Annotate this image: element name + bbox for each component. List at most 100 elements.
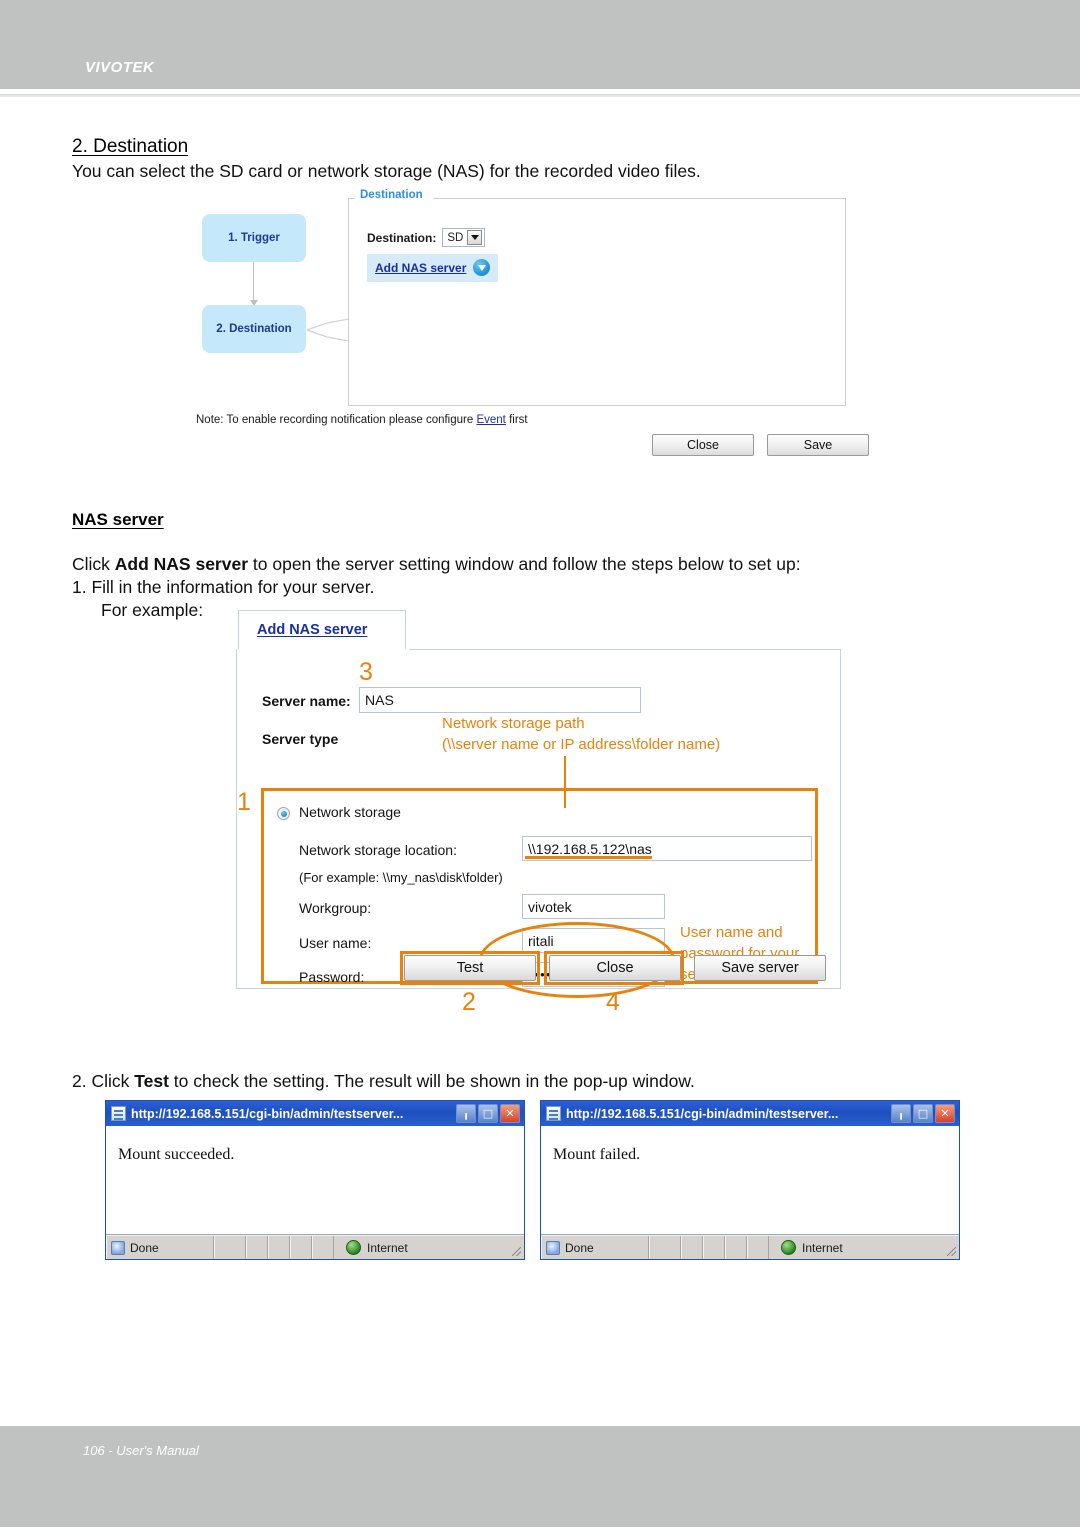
step-2-post: to check the setting. The result will be… <box>168 1071 695 1091</box>
footer-page-label: 106 - User's Manual <box>83 1443 199 1458</box>
recording-note-pre: Note: To enable recording notification p… <box>196 414 477 426</box>
popup-window-mount-succeeded: http://192.168.5.151/cgi-bin/admin/tests… <box>105 1100 525 1260</box>
status-zone-label: Internet <box>367 1240 408 1255</box>
annotation-cred-note-line1: User name and <box>680 924 783 941</box>
popup-titlebar[interactable]: http://192.168.5.151/cgi-bin/admin/tests… <box>106 1101 524 1126</box>
annotation-test-button-highlight <box>400 951 540 985</box>
maximize-icon[interactable]: □ <box>913 1104 933 1123</box>
dialog-tab-seam <box>237 649 409 651</box>
annotation-path-note-line1: Network storage path <box>442 715 585 732</box>
flow-step-destination-label: 2. Destination <box>216 323 292 335</box>
step-2-text: 2. Click Test to check the setting. The … <box>72 1069 695 1093</box>
flow-step-trigger[interactable]: 1. Trigger <box>202 214 306 262</box>
popup-window-mount-failed: http://192.168.5.151/cgi-bin/admin/tests… <box>540 1100 960 1260</box>
status-zone: Internet <box>769 1240 959 1255</box>
step-1-text: 1. Fill in the information for your serv… <box>72 577 375 597</box>
workgroup-input[interactable]: vivotek <box>522 894 665 919</box>
event-link[interactable]: Event <box>476 414 505 426</box>
destination-fieldset: Destination Destination: SD Add NAS serv… <box>348 189 846 406</box>
workgroup-value: vivotek <box>528 898 572 915</box>
nas-server-heading: NAS server <box>72 510 164 529</box>
status-segment-4 <box>290 1236 312 1259</box>
popup-status-bar: Done Internet <box>541 1235 959 1259</box>
flow-connector-icon <box>307 318 349 342</box>
fieldset-top-left-rule <box>349 198 355 199</box>
network-storage-location-value: \\192.168.5.122\nas <box>528 840 652 857</box>
browser-icon <box>546 1240 560 1255</box>
status-segment-5 <box>747 1236 769 1259</box>
save-server-button-label: Save server <box>721 960 799 976</box>
flow-arrow-icon <box>250 262 258 306</box>
popup-status-bar: Done Internet <box>106 1235 524 1259</box>
resize-grip-icon[interactable] <box>947 1247 956 1256</box>
minimize-icon[interactable]: ╻ <box>456 1104 476 1123</box>
annotation-location-underline <box>525 856 652 859</box>
window-controls: ╻ □ ✕ <box>891 1104 955 1123</box>
server-name-value: NAS <box>365 692 394 708</box>
annotation-number-3: 3 <box>359 658 373 686</box>
annotation-path-note-line2: (\\server name or IP address\folder name… <box>442 736 721 753</box>
close-icon[interactable]: ✕ <box>500 1104 520 1123</box>
status-segment-5 <box>312 1236 334 1259</box>
status-segment-4 <box>725 1236 747 1259</box>
status-segment-3 <box>703 1236 725 1259</box>
destination-label: Destination: <box>367 230 437 245</box>
network-storage-radio[interactable] <box>277 807 290 820</box>
close-icon[interactable]: ✕ <box>935 1104 955 1123</box>
add-nas-server-label: Add NAS server <box>375 260 467 275</box>
step-2-bold: Test <box>134 1071 169 1091</box>
click-instruction-pre: Click <box>72 554 115 574</box>
user-name-label: User name: <box>299 935 372 951</box>
globe-icon <box>346 1240 361 1255</box>
save-server-button[interactable]: Save server <box>694 955 826 981</box>
status-segment-2 <box>246 1236 268 1259</box>
header-divider <box>0 94 1080 97</box>
popup-titlebar[interactable]: http://192.168.5.151/cgi-bin/admin/tests… <box>541 1101 959 1126</box>
add-nas-server-button[interactable]: Add NAS server <box>367 254 499 282</box>
popup-content: Mount succeeded. <box>106 1126 524 1235</box>
status-segment-3 <box>268 1236 290 1259</box>
section-intro-text: You can select the SD card or network st… <box>72 161 701 181</box>
window-controls: ╻ □ ✕ <box>456 1104 520 1123</box>
recording-note: Note: To enable recording notification p… <box>196 414 528 426</box>
save-button-label: Save <box>803 438 833 452</box>
chevron-down-icon[interactable] <box>467 230 483 245</box>
popup-message: Mount succeeded. <box>118 1146 235 1163</box>
status-done: Done <box>106 1236 214 1259</box>
maximize-icon[interactable]: □ <box>478 1104 498 1123</box>
save-button[interactable]: Save <box>767 434 869 456</box>
destination-fieldset-legend: Destination <box>358 189 425 201</box>
vivotek-logo: VIVOTEK <box>85 59 155 76</box>
page-title: 2. Destination <box>72 136 189 157</box>
status-zone-label: Internet <box>802 1240 843 1255</box>
status-segment-1 <box>649 1236 681 1259</box>
resize-grip-icon[interactable] <box>512 1247 521 1256</box>
annotation-number-2: 2 <box>462 988 476 1016</box>
status-done: Done <box>541 1236 649 1259</box>
flow-step-trigger-label: 1. Trigger <box>228 232 280 244</box>
dialog-tab-add-nas-server[interactable]: Add NAS server <box>238 610 406 650</box>
click-instruction-line: Click Add NAS server to open the server … <box>72 552 801 576</box>
destination-select[interactable]: SD <box>442 228 486 247</box>
close-button[interactable]: Close <box>652 434 754 456</box>
popup-url-title: http://192.168.5.151/cgi-bin/admin/tests… <box>131 1106 404 1121</box>
status-segment-2 <box>681 1236 703 1259</box>
page-footer-bar <box>0 1426 1080 1527</box>
destination-button-row: Close Save <box>652 434 869 456</box>
annotation-number-1: 1 <box>237 788 251 816</box>
server-name-label: Server name: <box>262 693 351 709</box>
page-favicon-icon <box>546 1106 561 1121</box>
fieldset-top-right-rule <box>433 198 845 199</box>
server-name-input[interactable]: NAS <box>359 687 641 713</box>
browser-icon <box>111 1240 125 1255</box>
server-type-label: Server type <box>262 731 339 747</box>
recording-note-post: first <box>505 414 528 426</box>
workgroup-label: Workgroup: <box>299 900 372 916</box>
status-done-label: Done <box>130 1240 159 1255</box>
page-header-bar <box>0 0 1080 89</box>
flow-step-destination[interactable]: 2. Destination <box>202 305 306 353</box>
popup-message: Mount failed. <box>553 1146 641 1163</box>
network-storage-location-label: Network storage location: <box>299 842 457 858</box>
minimize-icon[interactable]: ╻ <box>891 1104 911 1123</box>
close-button-label: Close <box>687 438 719 452</box>
